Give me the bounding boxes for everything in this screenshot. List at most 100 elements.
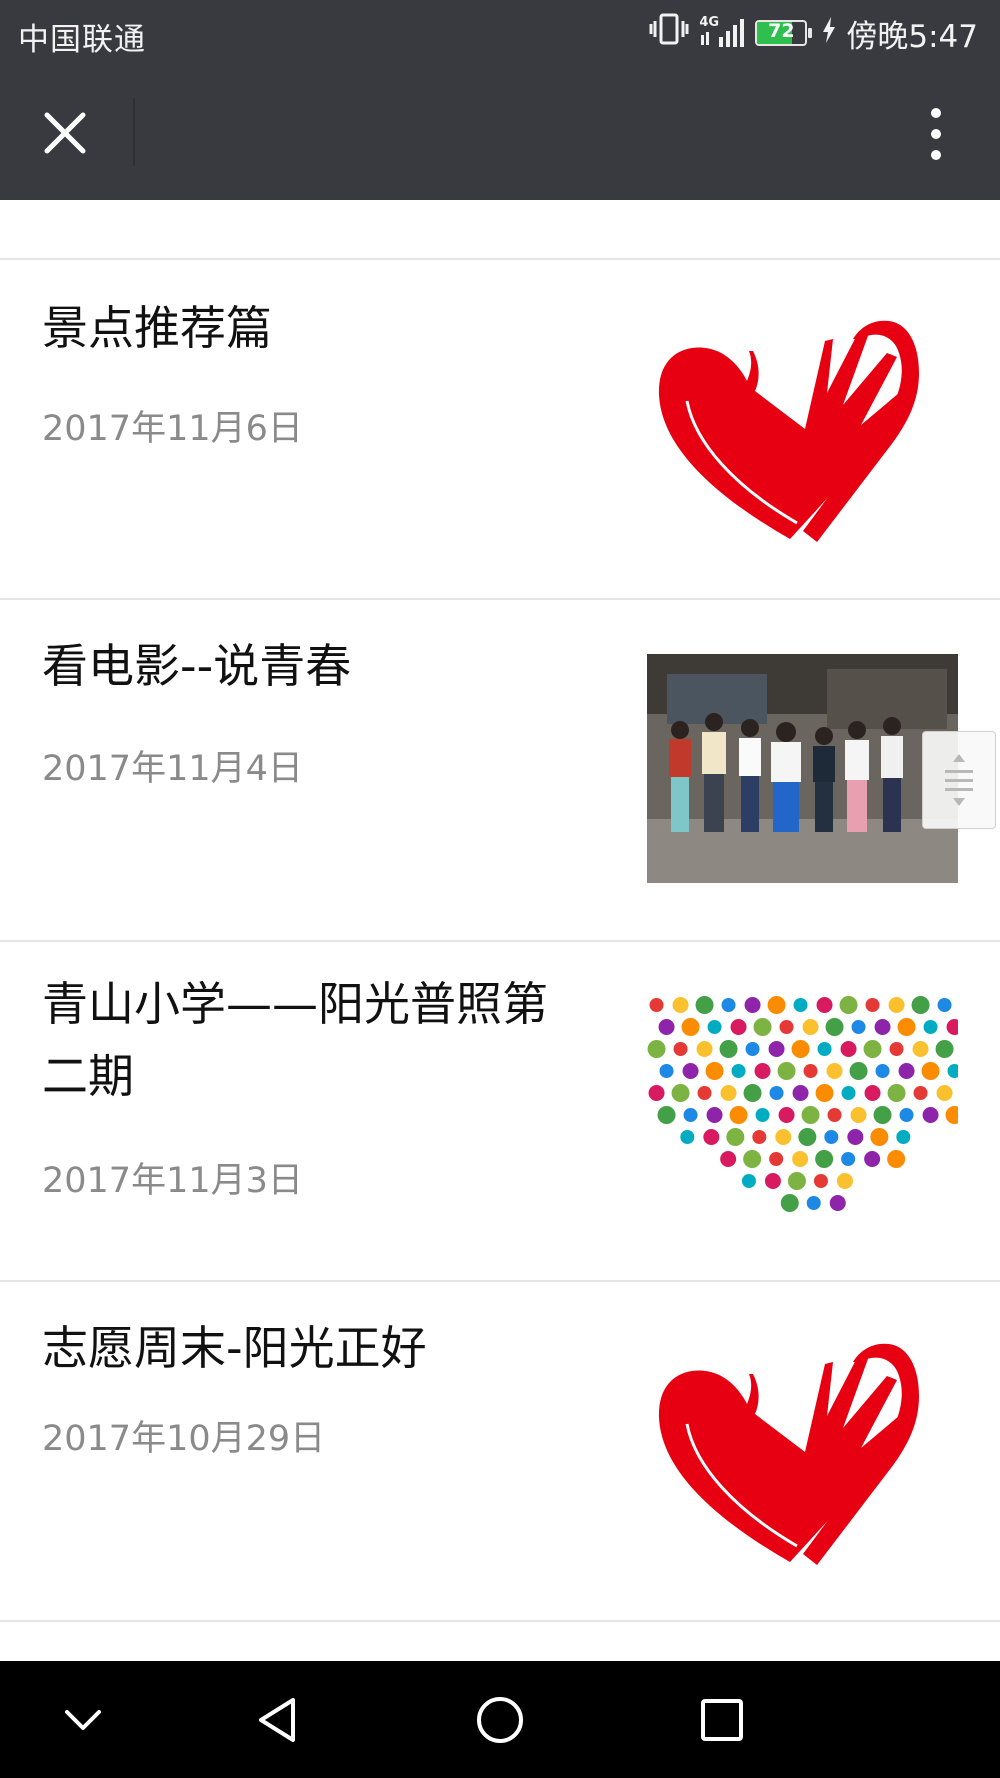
flower-dot: [889, 1042, 904, 1056]
flower-dot: [815, 1150, 834, 1168]
flower-dot: [743, 1084, 762, 1102]
more-options-button[interactable]: [908, 102, 964, 166]
flower-dot: [827, 1108, 842, 1122]
flower-dot: [791, 1040, 810, 1058]
flower-heart-icon: [647, 995, 958, 1224]
flower-dot: [935, 1040, 954, 1058]
flower-dot: [707, 1020, 722, 1034]
scroll-grip-icon: [945, 754, 973, 806]
scroll-handle[interactable]: [922, 731, 996, 829]
close-button[interactable]: [30, 100, 100, 166]
article-thumbnail: [647, 313, 958, 542]
article-list[interactable]: 景点推荐篇 2017年11月6日 看电影--说青春 2017年11月4日 青山小…: [0, 200, 1000, 1661]
web-toolbar: [0, 66, 1000, 200]
article-date: 2017年11月6日: [42, 409, 303, 449]
flower-dot: [682, 1063, 699, 1079]
battery-level: 72: [768, 20, 795, 42]
flower-dot: [847, 1129, 864, 1145]
flower-dot: [888, 997, 905, 1013]
flower-dot: [864, 1151, 881, 1167]
flower-dot: [817, 1042, 832, 1056]
flower-dot: [874, 1019, 891, 1035]
flower-dot: [729, 1106, 748, 1124]
home-circle-icon: [477, 1697, 523, 1743]
flower-dot: [744, 997, 761, 1013]
back-button[interactable]: [232, 1685, 322, 1755]
flower-dot: [767, 996, 786, 1014]
article-date: 2017年11月3日: [42, 1161, 303, 1201]
navigation-bar: [0, 1661, 1000, 1778]
article-item[interactable]: 看电影--说青春 2017年11月4日: [0, 600, 1000, 940]
flower-dot: [873, 1106, 892, 1124]
flower-dot: [741, 1174, 756, 1188]
home-button[interactable]: [455, 1685, 545, 1755]
flower-dot: [803, 1064, 818, 1078]
flower-dot: [768, 1041, 785, 1057]
group-photo-icon: [647, 654, 958, 883]
status-icons: 4G 72 傍晚5:47: [649, 10, 978, 56]
flower-dot: [793, 998, 808, 1012]
article-thumbnail: [647, 995, 958, 1224]
flower-dot: [775, 1129, 792, 1145]
flower-dot: [779, 1020, 794, 1034]
flower-dot: [769, 1086, 784, 1100]
recents-square-icon: [701, 1699, 743, 1741]
article-item[interactable]: 青山小学——阳光普照第二期 2017年11月3日: [0, 942, 1000, 1280]
flower-dot: [681, 1018, 700, 1036]
charging-icon: [822, 15, 836, 51]
back-triangle-icon: [259, 1698, 295, 1742]
flower-dot: [730, 1019, 747, 1035]
signal-icon: 4G: [699, 15, 745, 51]
flower-dot: [726, 1128, 745, 1146]
flower-dot: [764, 1173, 781, 1189]
flower-dot: [850, 1107, 867, 1123]
flower-dot: [792, 1151, 809, 1167]
flower-dot: [841, 1086, 856, 1100]
flower-dot: [671, 1084, 690, 1102]
flower-dot: [745, 1042, 760, 1056]
article-date: 2017年10月29日: [42, 1419, 326, 1459]
flower-dot: [816, 997, 833, 1013]
battery-icon: 72: [755, 20, 813, 46]
flower-dot: [705, 1062, 724, 1080]
flower-dot: [777, 1062, 796, 1080]
clock: 傍晚5:47: [846, 18, 978, 55]
flower-dot: [753, 1018, 772, 1036]
flower-dot: [863, 1040, 882, 1058]
recents-button[interactable]: [677, 1685, 767, 1755]
flower-dot: [720, 1151, 737, 1167]
flower-dot: [825, 1018, 844, 1036]
status-bar: 中国联通 4G 72 傍晚5:47: [0, 0, 1000, 66]
flower-dot: [839, 996, 858, 1014]
flower-dot: [813, 1174, 828, 1188]
flower-dot: [695, 996, 714, 1014]
flower-dot: [936, 1085, 953, 1101]
article-title: 景点推荐篇: [42, 301, 272, 355]
flower-dot: [659, 1064, 674, 1078]
hide-nav-button[interactable]: [38, 1685, 128, 1755]
flower-dot: [829, 1195, 846, 1211]
flower-dot: [801, 1106, 820, 1124]
article-item[interactable]: 志愿周末-阳光正好 2017年10月29日: [0, 1282, 1000, 1620]
flower-dot: [683, 1108, 698, 1122]
flower-dot: [912, 1041, 929, 1057]
flower-dot: [754, 1063, 771, 1079]
flower-dot: [864, 1085, 881, 1101]
flower-dot: [657, 1106, 676, 1124]
article-item[interactable]: 景点推荐篇 2017年11月6日: [0, 260, 1000, 598]
flower-dot: [887, 1084, 906, 1102]
flower-dot: [887, 1150, 906, 1168]
flower-dot: [673, 1042, 688, 1056]
article-thumbnail: [647, 654, 958, 883]
flower-dot: [649, 998, 664, 1012]
flower-dot: [755, 1108, 770, 1122]
flower-dot: [921, 1062, 940, 1080]
flower-dot: [696, 1041, 713, 1057]
flower-dot: [911, 996, 930, 1014]
flower-dot: [798, 1128, 817, 1146]
flower-dot: [792, 1085, 809, 1101]
vibrate-icon: [649, 11, 689, 55]
flower-dot: [680, 1130, 695, 1144]
article-title: 志愿周末-阳光正好: [42, 1321, 427, 1375]
flower-dot: [851, 1020, 866, 1034]
